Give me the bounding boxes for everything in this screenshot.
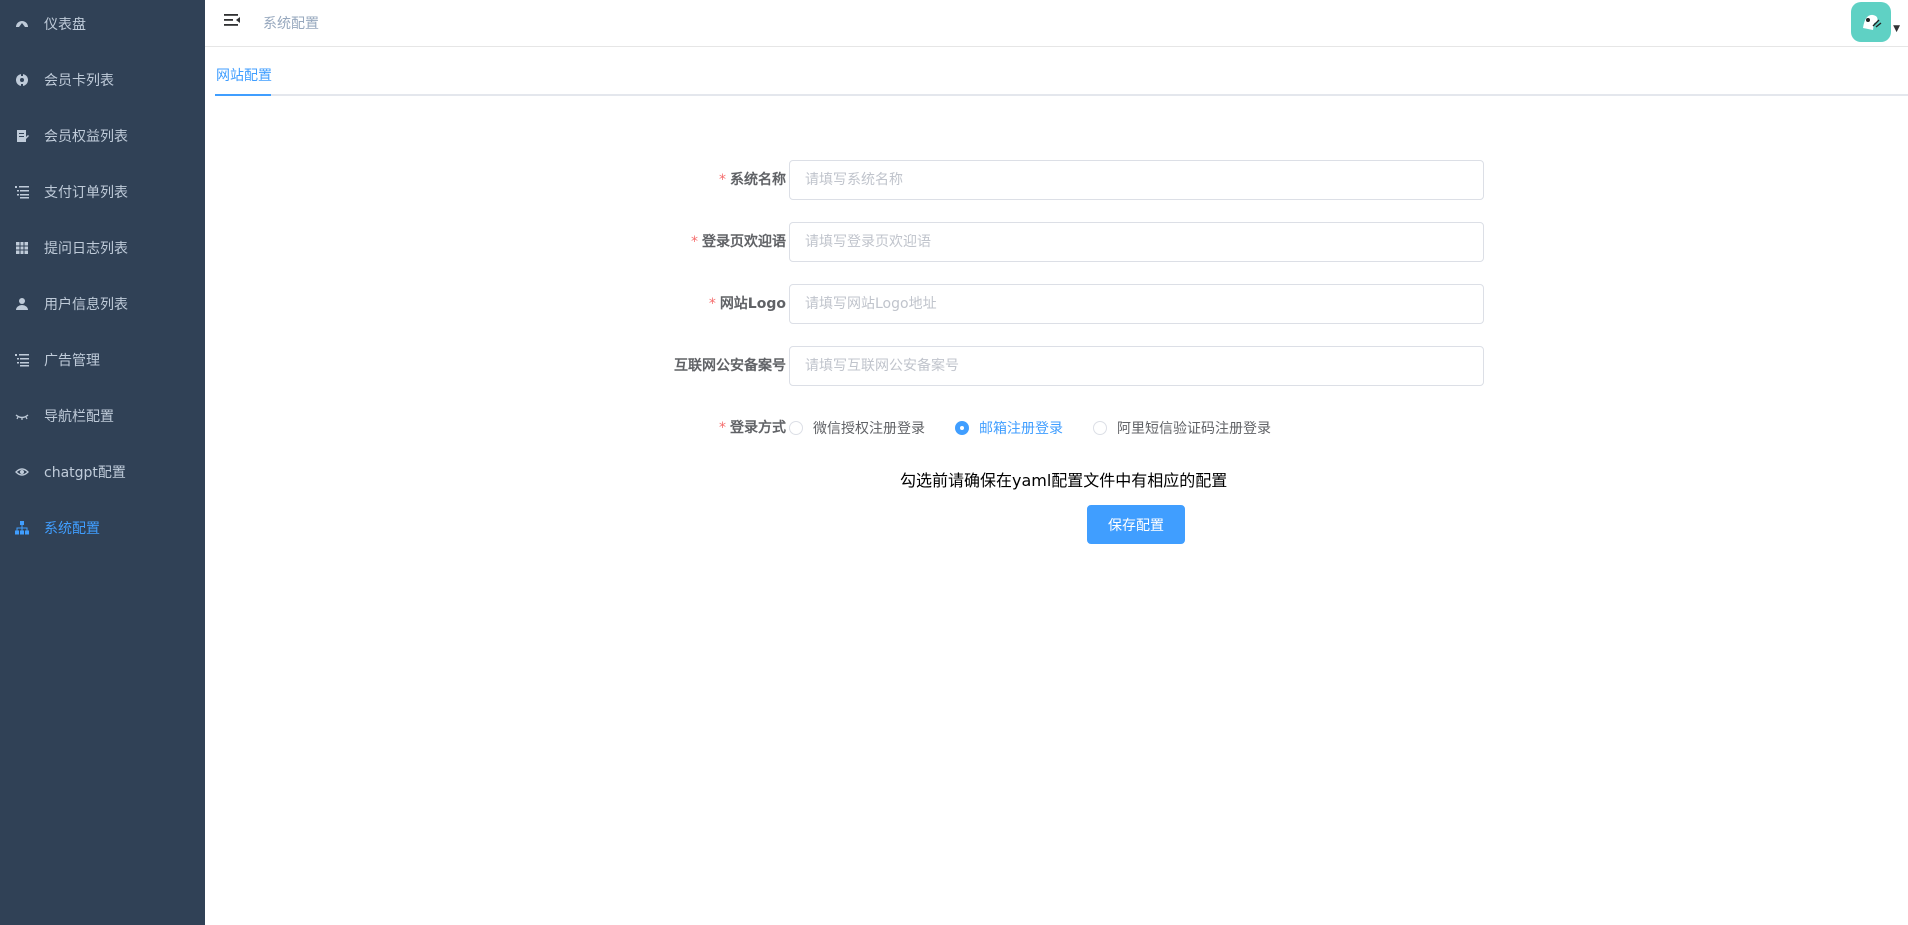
sidebar-item-users[interactable]: 用户信息列表: [0, 276, 205, 332]
login-method-radio-group: 微信授权注册登录 邮箱注册登录 阿里短信验证码注册登录: [789, 408, 1301, 448]
user-menu[interactable]: ▼: [1851, 2, 1900, 42]
required-mark: *: [691, 234, 698, 250]
avatar-icon[interactable]: [1851, 2, 1892, 42]
site-logo-label-text: 网站Logo: [719, 296, 786, 312]
user-icon: [14, 296, 30, 312]
radio-wechat-login[interactable]: 微信授权注册登录: [789, 418, 925, 438]
form-row-system-name: * 系统名称: [655, 160, 1485, 200]
sidebar-item-navbar-config[interactable]: 导航栏配置: [0, 388, 205, 444]
eye-closed-icon: [14, 408, 30, 424]
system-name-label: * 系统名称: [719, 160, 786, 200]
radio-label: 邮箱注册登录: [979, 421, 1063, 437]
icp-number-label: 互联网公安备案号: [674, 346, 786, 386]
system-name-label-text: 系统名称: [730, 172, 786, 188]
document-edit-icon: [14, 128, 30, 144]
sidebar-item-label: 系统配置: [44, 521, 100, 537]
sidebar-item-member-benefits[interactable]: 会员权益列表: [0, 108, 205, 164]
radio-aliyun-sms-login[interactable]: 阿里短信验证码注册登录: [1093, 418, 1271, 438]
form-row-icp-number: 互联网公安备案号: [655, 346, 1485, 386]
sidebar-item-question-logs[interactable]: 提问日志列表: [0, 220, 205, 276]
sidebar-item-label: 用户信息列表: [44, 297, 128, 313]
welcome-text-label: * 登录页欢迎语: [691, 222, 786, 262]
login-method-label-text: 登录方式: [730, 420, 786, 436]
icp-number-input[interactable]: [789, 346, 1484, 386]
sidebar-item-payment-orders[interactable]: 支付订单列表: [0, 164, 205, 220]
sidebar-item-label: chatgpt配置: [44, 465, 126, 481]
form-row-welcome-text: * 登录页欢迎语: [655, 222, 1485, 262]
save-config-button[interactable]: 保存配置: [1087, 505, 1185, 544]
table-icon: [14, 240, 30, 256]
sidebar-item-system-config[interactable]: 系统配置: [0, 500, 205, 556]
sidebar-item-label: 支付订单列表: [44, 185, 128, 201]
sidebar-item-label: 导航栏配置: [44, 409, 114, 425]
tree-icon: [14, 520, 30, 536]
tab-site-config[interactable]: 网站配置: [215, 47, 273, 96]
radio-label: 阿里短信验证码注册登录: [1117, 421, 1271, 437]
tab-bar: 网站配置: [215, 47, 1908, 96]
welcome-text-input[interactable]: [789, 222, 1484, 262]
list-icon: [14, 352, 30, 368]
icp-number-label-text: 互联网公安备案号: [674, 358, 786, 374]
chevron-down-icon[interactable]: ▼: [1893, 24, 1900, 34]
list-icon: [14, 184, 30, 200]
required-mark: *: [719, 172, 726, 188]
sidebar-item-label: 仪表盘: [44, 17, 86, 33]
dashboard-icon: [14, 16, 30, 32]
form-row-site-logo: * 网站Logo: [655, 284, 1485, 324]
site-logo-label: * 网站Logo: [709, 284, 786, 324]
sidebar-item-label: 会员权益列表: [44, 129, 128, 145]
sidebar-item-ads[interactable]: 广告管理: [0, 332, 205, 388]
radio-circle[interactable]: [955, 421, 969, 435]
sidebar-item-label: 会员卡列表: [44, 73, 114, 89]
breadcrumb: 系统配置: [263, 16, 319, 32]
sidebar-item-chatgpt-config[interactable]: chatgpt配置: [0, 444, 205, 500]
login-method-label: * 登录方式: [719, 408, 786, 448]
site-logo-input[interactable]: [789, 284, 1484, 324]
active-tab-indicator: [215, 94, 271, 96]
sidebar: 仪表盘 会员卡列表 会员权益列表 支付订单列表 提问日志列表 用户信息列表 广告…: [0, 0, 205, 925]
login-method-hint: 勾选前请确保在yaml配置文件中有相应的配置: [900, 471, 1228, 490]
radio-email-login[interactable]: 邮箱注册登录: [955, 418, 1063, 438]
hamburger-menu-icon[interactable]: [222, 11, 242, 31]
target-icon: [14, 72, 30, 88]
top-navbar: 系统配置 ▼: [205, 0, 1908, 47]
sidebar-item-label: 提问日志列表: [44, 241, 128, 257]
radio-label: 微信授权注册登录: [813, 421, 925, 437]
radio-circle[interactable]: [1093, 421, 1107, 435]
required-mark: *: [708, 296, 716, 312]
radio-circle[interactable]: [789, 421, 803, 435]
sidebar-item-label: 广告管理: [44, 353, 100, 369]
form-row-login-method: * 登录方式 微信授权注册登录 邮箱注册登录 阿里短信验证码注册登录: [655, 408, 1485, 448]
sidebar-item-dashboard[interactable]: 仪表盘: [0, 0, 205, 52]
eye-icon: [14, 464, 30, 480]
sidebar-item-member-cards[interactable]: 会员卡列表: [0, 52, 205, 108]
welcome-text-label-text: 登录页欢迎语: [702, 234, 786, 250]
required-mark: *: [719, 420, 726, 436]
system-name-input[interactable]: [789, 160, 1484, 200]
